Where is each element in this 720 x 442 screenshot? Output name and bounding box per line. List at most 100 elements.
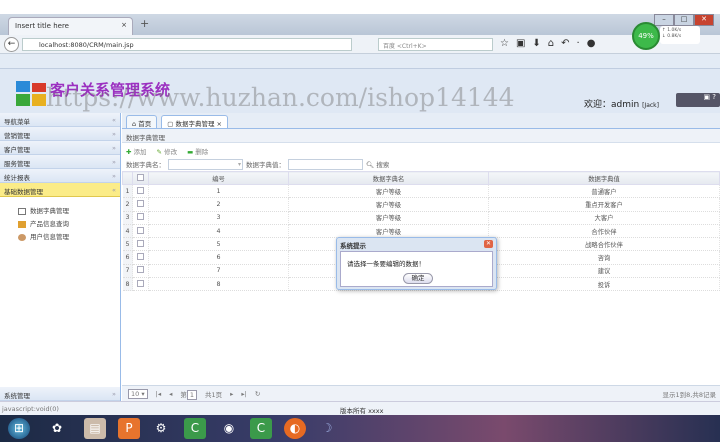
prev-page-button[interactable]: ◂ [169, 390, 172, 398]
last-page-button[interactable]: ▸| [241, 390, 246, 398]
page-size: 10 [131, 389, 140, 398]
collapse-icon[interactable]: « [112, 116, 116, 124]
row-number: 2 [122, 197, 133, 212]
window-controls: – □ ✕ [654, 14, 714, 26]
sidebar-item-user-management[interactable]: 用户信息管理 [18, 231, 120, 244]
ppt-icon[interactable]: P [118, 418, 140, 439]
cell-value: 战略合作伙伴 [488, 237, 720, 252]
search-button[interactable]: 🔍︎ 搜索 [366, 159, 389, 169]
close-icon[interactable]: ✕ [484, 240, 493, 248]
app-icon[interactable]: ✿ [46, 418, 68, 439]
tab-label: 数据字典管理 [175, 120, 215, 128]
new-tab-button[interactable]: + [140, 17, 149, 30]
tab-label: 首页 [138, 120, 152, 128]
row-checkbox-cell [132, 237, 149, 252]
welcome-text: 欢迎：admin [Jack] [584, 97, 659, 110]
browser-search-input[interactable]: 百度 <Ctrl+K> [378, 38, 493, 51]
close-window-button[interactable]: ✕ [694, 14, 714, 26]
row-number: 4 [122, 224, 133, 239]
sidebar-item-product-query[interactable]: 产品信息查询 [18, 218, 120, 231]
table-row[interactable]: 4 4 客户等级 合作伙伴 [122, 224, 720, 239]
home-icon: ⌂ [132, 120, 137, 128]
chrome-icon[interactable]: ◉ [218, 418, 240, 439]
delete-icon: ▬ [187, 148, 194, 156]
add-button[interactable]: ✚ 添加 [126, 146, 147, 156]
watermark: https://www.huzhan.com/ishop14144 [46, 83, 515, 112]
tool-icon[interactable]: ⚙ [150, 418, 172, 439]
eclipse-icon[interactable]: ☽ [316, 418, 338, 439]
row-checkbox[interactable] [137, 266, 144, 274]
table-row[interactable]: 1 1 客户等级 普通客户 [122, 184, 720, 199]
browser-tab[interactable]: Insert title here × [8, 17, 133, 35]
sidebar-section-basic-data[interactable]: 基础数据管理 « [0, 183, 120, 197]
row-checkbox[interactable] [137, 199, 144, 207]
row-number: 1 [122, 184, 133, 199]
tab-title: Insert title here [15, 22, 69, 30]
net-speed-widget: ↑ 1.0K/s ↓ 0.8K/s [660, 26, 700, 44]
url-bar[interactable]: localhost:8080/CRM/main.jsp [22, 38, 352, 51]
camtasia-icon[interactable]: C [184, 418, 206, 439]
row-checkbox[interactable] [137, 186, 144, 194]
select-all-header [132, 171, 149, 185]
sidebar-section-service[interactable]: 服务管理 » [0, 155, 120, 169]
col-header: 数据字典名 [288, 171, 489, 185]
cell-id: 6 [148, 250, 289, 265]
value-label: 数据字典值： [246, 161, 285, 169]
edit-button[interactable]: ✎ 修改 [157, 146, 178, 156]
table-row[interactable]: 2 2 客户等级 重点开发客户 [122, 197, 720, 212]
delete-button[interactable]: ▬ 删除 [187, 146, 208, 156]
sidebar-section-marketing[interactable]: 营销管理 » [0, 127, 120, 141]
dictionary-name-select[interactable]: ▾ [168, 158, 243, 170]
minimize-button[interactable]: – [654, 14, 674, 26]
first-page-button[interactable]: |◂ [156, 390, 161, 398]
cell-value: 建议 [488, 264, 720, 279]
sidebar-sub-menu: 数据字典管理 产品信息查询 用户信息管理 [0, 197, 120, 244]
tab-home[interactable]: ⌂ 首页 [126, 115, 158, 128]
row-checkbox[interactable] [137, 213, 144, 221]
sidebar-item-data-dictionary[interactable]: 数据字典管理 [18, 205, 120, 218]
camtasia-recorder-icon[interactable]: C [250, 418, 272, 439]
maximize-button[interactable]: □ [674, 14, 694, 26]
row-checkbox[interactable] [137, 226, 144, 234]
firefox-icon[interactable]: ◐ [284, 418, 306, 439]
refresh-icon[interactable]: ↻ [255, 390, 260, 398]
browser-nav-bar: ← localhost:8080/CRM/main.jsp 百度 <Ctrl+K… [0, 35, 720, 54]
page-size-select[interactable]: 10 ▾ [128, 388, 148, 399]
browser-toolbar-icons[interactable]: ☆▣⬇⌂↶·● [500, 38, 602, 49]
start-button[interactable]: ⊞ [8, 418, 30, 439]
close-tab-icon[interactable]: × [121, 21, 127, 29]
sidebar-section-reports[interactable]: 统计报表 » [0, 169, 120, 183]
row-number: 6 [122, 250, 133, 265]
ok-button[interactable]: 确定 [403, 273, 433, 284]
section-label: 服务管理 [4, 160, 30, 168]
row-number: 5 [122, 237, 133, 252]
cell-id: 4 [148, 224, 289, 239]
close-tab-icon[interactable]: × [217, 120, 222, 128]
header-buttons[interactable]: ▣ ? [676, 93, 720, 107]
back-button[interactable]: ← [4, 37, 19, 52]
row-number: 7 [122, 264, 133, 279]
next-page-button[interactable]: ▸ [230, 390, 233, 398]
dictionary-value-input[interactable] [288, 158, 363, 170]
explorer-icon[interactable]: ▤ [84, 418, 106, 439]
sidebar-title-text: 导航菜单 [4, 118, 30, 126]
dictionary-icon: ▢ [167, 120, 174, 128]
row-checkbox[interactable] [137, 279, 144, 287]
row-checkbox-cell [132, 224, 149, 239]
row-checkbox[interactable] [137, 253, 144, 261]
select-all-checkbox[interactable] [137, 173, 144, 181]
sidebar-section-system[interactable]: 系统管理 » [0, 387, 120, 401]
cell-value: 大客户 [488, 211, 720, 225]
row-checkbox[interactable] [137, 239, 144, 247]
sidebar-section-customers[interactable]: 客户管理 » [0, 141, 120, 155]
chevron-down-icon: » [112, 144, 116, 152]
table-row[interactable]: 3 3 客户等级 大客户 [122, 211, 720, 225]
item-label: 用户信息管理 [30, 233, 69, 241]
search-icon: 🔍︎ [366, 161, 375, 169]
tab-data-dictionary[interactable]: ▢ 数据字典管理 × [161, 115, 228, 128]
dialog-message: 请选择一条要编辑的数据！ [347, 260, 425, 268]
cell-value: 投诉 [488, 277, 720, 292]
page-input[interactable]: 1 [186, 389, 197, 400]
cell-name: 客户等级 [288, 197, 489, 212]
product-icon [18, 220, 26, 228]
